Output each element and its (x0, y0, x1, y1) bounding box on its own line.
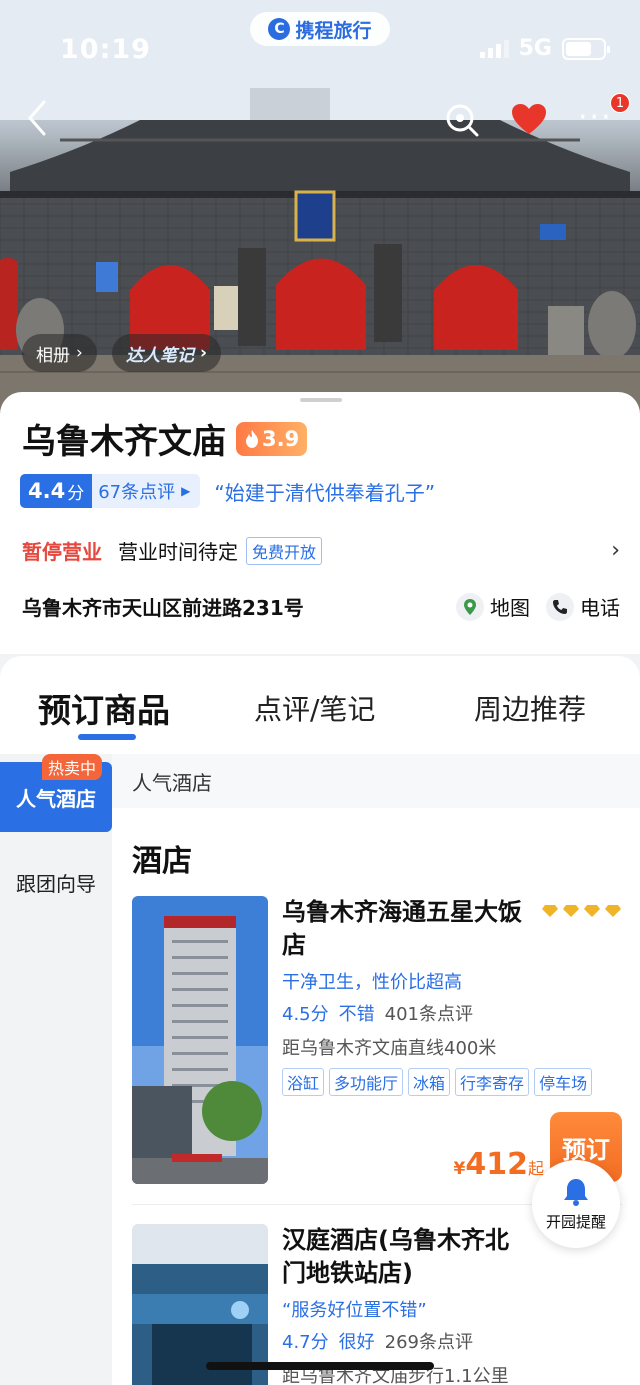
brand-pill: C 携程旅行 (250, 12, 390, 46)
status-time: 10:19 (60, 34, 151, 65)
hotel-review-count: 401条点评 (384, 1004, 473, 1025)
product-list: 酒店 乌鲁木齐海通五星大饭店 干净卫生，性价比超高 4.5分 不错 401条点评… (112, 808, 640, 1385)
ctrip-logo-icon: C (268, 18, 291, 40)
status-bar-right: 5G (479, 36, 610, 61)
sidebar-item-group-tours[interactable]: 跟团向导 (0, 868, 112, 897)
amenity-tag: 浴缸 (282, 1068, 325, 1096)
hot-score-badge: 3.9 (236, 421, 308, 456)
tab-reviews-notes[interactable]: 点评/笔记 (254, 688, 375, 728)
free-admission-tag: 免费开放 (246, 536, 323, 565)
chevron-right-icon: › (611, 538, 620, 563)
price-value: 412 (465, 1147, 528, 1182)
review-quote: “始建于清代供奉着孔子” (214, 480, 436, 505)
score-unit: 分 (67, 483, 85, 504)
more-dots-icon: ··· (578, 100, 613, 135)
hotel-photo (132, 896, 268, 1184)
more-button[interactable]: ··· (578, 100, 613, 135)
diamond-icon (605, 905, 621, 917)
hotel-info: 汉庭酒店(乌鲁木齐北门地铁站店) “服务好位置不错” 4.7分 很好 269条点… (282, 1224, 622, 1385)
score-box: 4.4 分 (20, 474, 93, 508)
brand-name: 携程旅行 (295, 19, 372, 42)
opening-hours: 营业时间待定 (118, 540, 238, 564)
hotel-amenity-tags: 浴缸 多功能厅 冰箱 行李寄存 停车场 (282, 1068, 622, 1096)
expert-notes-button[interactable]: 达人笔记 › (112, 334, 222, 372)
opening-hours-row[interactable]: 暂停营业 营业时间待定 免费开放 › (22, 536, 620, 565)
home-indicator[interactable] (206, 1362, 434, 1370)
hero-photo[interactable]: C 携程旅行 10:19 5G ··· 1 相册 › 达人笔记 › (0, 0, 640, 420)
hotel-score: 4.5分 (282, 1004, 329, 1025)
hotel-name: 乌鲁木齐海通五星大饭店 (282, 898, 522, 959)
hotel-photo (132, 1224, 268, 1385)
score-value: 4.4 (28, 479, 66, 503)
map-button[interactable]: 地图 (456, 592, 530, 621)
tab-booking[interactable]: 预订商品 (38, 684, 170, 732)
hot-sale-badge: 热卖中 (42, 754, 103, 780)
address-actions: 地图 电话 (456, 592, 620, 621)
hotel-score: 4.7分 (282, 1332, 329, 1353)
review-count: 67条点评 (98, 482, 176, 503)
album-label: 相册 (36, 345, 70, 366)
content-tabs: 预订商品 点评/笔记 周边推荐 (0, 656, 640, 754)
rating-row[interactable]: 4.4 分 67条点评 ▶ “始建于清代供奉着孔子” (20, 474, 435, 508)
amenity-tag: 多功能厅 (329, 1068, 404, 1096)
reviews-link[interactable]: 67条点评 ▶ (92, 474, 201, 508)
park-open-reminder-button[interactable]: 开园提醒 (532, 1160, 620, 1248)
triangle-right-icon: ▶ (181, 484, 191, 498)
location-search-icon (446, 104, 479, 137)
hotel-distance: 距乌鲁木齐文庙直线400米 (282, 1038, 497, 1059)
hotel-card[interactable]: 汉庭酒店(乌鲁木齐北门地铁站店) “服务好位置不错” 4.7分 很好 269条点… (132, 1224, 622, 1385)
currency-symbol: ¥ (453, 1159, 466, 1179)
category-header: 人气酒店 (112, 754, 640, 808)
section-title: 酒店 (132, 844, 192, 879)
phone-button[interactable]: 电话 (546, 592, 620, 621)
amenity-tag: 行李寄存 (455, 1068, 530, 1096)
hot-score-value: 3.9 (262, 426, 300, 451)
phone-icon (546, 592, 574, 621)
map-label: 地图 (490, 596, 530, 620)
map-pin-icon (456, 592, 484, 621)
amenity-tag: 冰箱 (408, 1068, 451, 1096)
notes-label: 达人笔记 (126, 345, 194, 366)
diamond-icon (584, 905, 600, 917)
notification-badge: 1 (610, 93, 630, 113)
hotel-price: ¥412起 (454, 1147, 544, 1182)
hotel-name: 汉庭酒店(乌鲁木齐北门地铁站店) (282, 1226, 509, 1287)
category-sidebar: 人气酒店 热卖中 跟团向导 (0, 754, 112, 1385)
hotel-score-word: 不错 (338, 1004, 375, 1025)
remind-label: 开园提醒 (545, 1212, 606, 1231)
chevron-left-icon (28, 100, 46, 136)
diamond-rating (541, 904, 622, 918)
hotel-rating: 4.5分 不错 401条点评 (282, 1000, 622, 1026)
bell-icon (564, 1178, 588, 1206)
heart-icon (512, 104, 546, 134)
amenity-tag: 停车场 (534, 1068, 593, 1096)
diamond-icon (563, 905, 579, 917)
chevron-right-icon: › (76, 343, 83, 363)
active-tab-indicator (78, 734, 136, 740)
battery-icon (562, 37, 610, 60)
network-label: 5G (518, 36, 552, 61)
attraction-title: 乌鲁木齐文庙 (22, 422, 226, 462)
address-text: 乌鲁木齐市天山区前进路231号 (22, 596, 304, 620)
flame-icon (246, 429, 258, 448)
hotel-info: 乌鲁木齐海通五星大饭店 干净卫生，性价比超高 4.5分 不错 401条点评 距乌… (282, 896, 622, 1096)
phone-label: 电话 (580, 596, 620, 620)
sidebar-item-label: 跟团向导 (16, 872, 96, 896)
hotel-slogan: 干净卫生，性价比超高 (282, 972, 462, 993)
title-row: 乌鲁木齐文庙 3.9 (22, 414, 308, 463)
hotel-score-word: 很好 (338, 1332, 375, 1353)
closed-status: 暂停营业 (22, 540, 102, 564)
chevron-right-icon: › (200, 343, 208, 363)
hotel-review-count: 269条点评 (384, 1332, 473, 1353)
album-button[interactable]: 相册 › (22, 334, 97, 372)
sidebar-item-label: 人气酒店 (16, 786, 96, 811)
attraction-info-card: 乌鲁木齐文庙 3.9 4.4 分 67条点评 ▶ “始建于清代供奉着孔子” 暂停… (0, 392, 640, 654)
hotel-slogan: “服务好位置不错” (282, 1300, 427, 1321)
signal-icon (479, 39, 509, 58)
diamond-icon (542, 905, 558, 917)
tab-nearby[interactable]: 周边推荐 (474, 688, 586, 728)
address-row: 乌鲁木齐市天山区前进路231号 地图 电话 (22, 592, 620, 621)
hotel-card[interactable]: 乌鲁木齐海通五星大饭店 干净卫生，性价比超高 4.5分 不错 401条点评 距乌… (132, 896, 622, 1186)
hotel-rating: 4.7分 很好 269条点评 (282, 1328, 622, 1354)
